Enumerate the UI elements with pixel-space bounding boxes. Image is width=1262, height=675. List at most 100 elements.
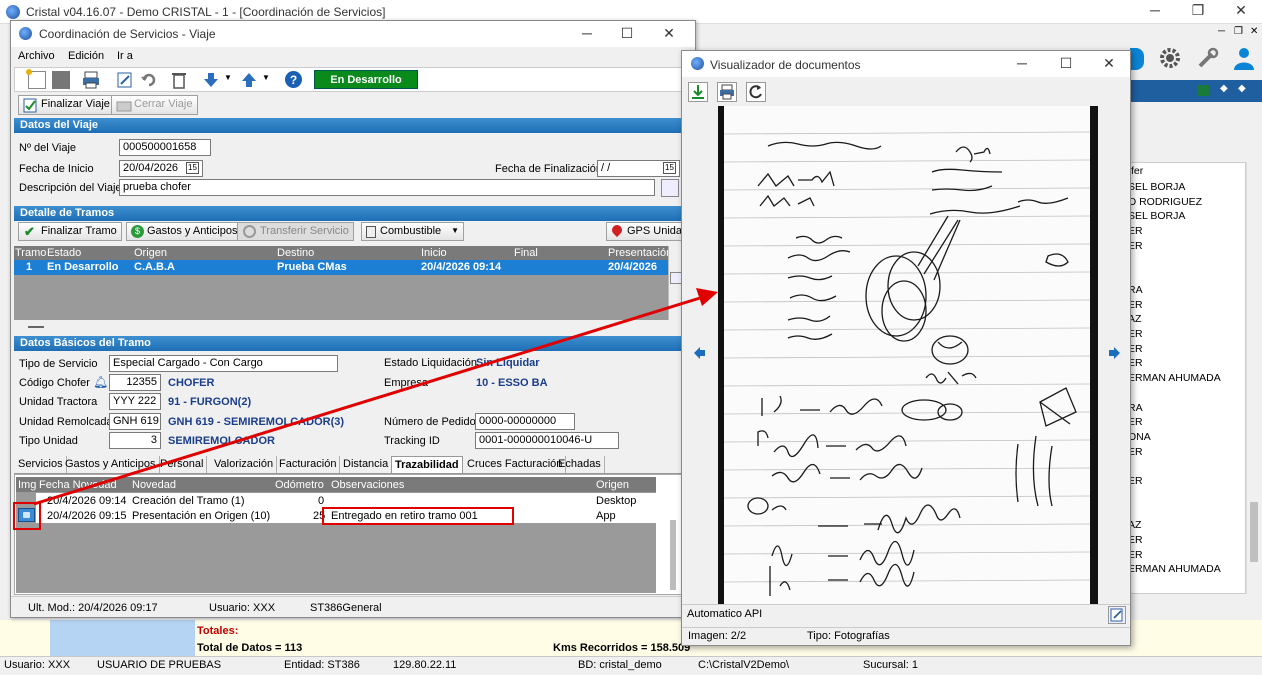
trace-r2-fecha: 20/4/2026 09:15 xyxy=(47,510,127,522)
undo-icon[interactable] xyxy=(140,71,158,89)
rotate-icon[interactable] xyxy=(746,82,766,102)
viaje-close-button[interactable]: ✕ xyxy=(659,25,679,42)
viaje-maximize-button[interactable]: ☐ xyxy=(617,25,637,42)
visor-close-button[interactable]: ✕ xyxy=(1099,55,1119,72)
trace-scrollbar[interactable] xyxy=(670,520,676,590)
user-icon[interactable] xyxy=(1232,46,1256,70)
visor-maximize-button[interactable]: ☐ xyxy=(1056,55,1076,72)
status-user-name: USUARIO DE PRUEBAS xyxy=(97,659,222,671)
totals-kms: Kms Recorridos = 158.509 xyxy=(553,642,691,654)
wrench-icon[interactable] xyxy=(1196,46,1220,70)
tab-servicios[interactable]: Servicios xyxy=(15,456,67,473)
table-row[interactable] xyxy=(36,493,656,508)
menu-ir-a[interactable]: Ir a xyxy=(117,50,133,62)
tab-personal[interactable]: Personal xyxy=(157,456,208,473)
viaje-minimize-button[interactable]: ─ xyxy=(577,25,597,41)
tab-facturacion[interactable]: Facturación xyxy=(276,456,341,473)
tab-trazabilidad[interactable]: Trazabilidad xyxy=(391,456,463,473)
tipo-unidad-desc: SEMIREMOLCADOR xyxy=(168,435,275,447)
bell-icon[interactable]: 🔔︎ xyxy=(93,375,108,389)
status-badge: En Desarrollo xyxy=(314,70,418,89)
finalizar-viaje-button[interactable]: Finalizar Viaje xyxy=(18,95,115,115)
codigo-chofer-field[interactable]: 12355 xyxy=(109,374,161,391)
cerrar-viaje-label: Cerrar Viaje xyxy=(134,98,193,110)
datos-viaje-header: Datos del Viaje xyxy=(14,118,684,133)
combustible-button[interactable]: Combustible ▼ xyxy=(361,222,464,241)
cerrar-viaje-button[interactable]: Cerrar Viaje xyxy=(111,95,198,115)
fecha-inicio-label: Fecha de Inicio xyxy=(19,163,94,175)
tracking-label: Tracking ID xyxy=(384,435,440,447)
col-tramo: Tramo xyxy=(15,247,47,259)
empresa-label: Empresa xyxy=(384,377,429,389)
visor-logo-icon xyxy=(691,57,704,70)
svg-text:?: ? xyxy=(290,73,297,87)
delete-icon[interactable] xyxy=(170,71,188,89)
help-circle-icon[interactable]: ? xyxy=(284,70,303,89)
pedido-field[interactable]: 0000-00000000 xyxy=(475,413,575,430)
fecha-inicio-calendar-icon[interactable]: 15 xyxy=(186,162,199,174)
next-image-icon[interactable] xyxy=(1108,347,1120,359)
estado-liq-value: Sin Liquidar xyxy=(476,357,540,369)
new-icon[interactable] xyxy=(26,69,46,89)
arrow-down-icon[interactable]: ◆ xyxy=(1220,83,1228,94)
excel-icon[interactable] xyxy=(1198,85,1209,96)
remolcada-desc: GNH 619 - SEMIREMOLCADOR(3) xyxy=(168,416,345,428)
tracking-field[interactable]: 0001-000000010046-U xyxy=(475,432,619,449)
col-destino: Destino xyxy=(277,247,315,259)
visor-minimize-button[interactable]: ─ xyxy=(1012,55,1032,71)
arrow-down-nav-icon[interactable] xyxy=(202,71,220,89)
gear-icon[interactable] xyxy=(1158,46,1182,70)
edit-icon[interactable] xyxy=(116,71,134,89)
menu-archivo[interactable]: Archivo xyxy=(18,50,55,62)
background-list-scrollbar[interactable] xyxy=(1246,162,1260,594)
tramo-destino: Prueba CMas xyxy=(277,261,347,273)
save-icon[interactable] xyxy=(52,71,70,89)
gps-unidad-label: GPS Unidad xyxy=(627,225,689,237)
background-list-header: fer xyxy=(1131,165,1144,177)
fecha-fin-calendar-icon[interactable]: 15 xyxy=(663,162,676,174)
close-button[interactable]: ✕ xyxy=(1231,2,1251,19)
splitter-handle[interactable] xyxy=(28,326,44,328)
combustible-dropdown-icon: ▼ xyxy=(451,226,459,235)
col-estado: Estado xyxy=(47,247,82,259)
visor-print-icon[interactable] xyxy=(717,82,737,102)
tramo-presentacion: 20/4/2026 xyxy=(608,261,657,273)
mini-close[interactable]: ✕ xyxy=(1250,26,1258,37)
nro-viaje-field[interactable]: 000500001658 xyxy=(119,139,211,156)
mini-minimize[interactable]: ─ xyxy=(1218,26,1225,37)
download-icon[interactable] xyxy=(688,82,708,102)
remolcada-field[interactable]: GNH 619 xyxy=(109,413,161,430)
gps-unidad-button[interactable]: GPS Unidad xyxy=(606,222,688,241)
visor-edit-icon[interactable] xyxy=(1108,606,1126,624)
tractora-field[interactable]: YYY 222 xyxy=(109,393,161,410)
mini-restore[interactable]: ❐ xyxy=(1234,26,1243,37)
minimize-button[interactable]: ─ xyxy=(1145,2,1165,18)
prev-image-icon[interactable] xyxy=(694,347,706,359)
trace-r1-novedad: Creación del Tramo (1) xyxy=(132,495,245,507)
tab-echadas[interactable]: Echadas xyxy=(555,456,605,473)
descripcion-field[interactable]: prueba chofer xyxy=(119,179,655,196)
tipo-unidad-field[interactable]: 3 xyxy=(109,432,161,449)
print-icon[interactable] xyxy=(82,71,100,89)
tab-gastos[interactable]: Gastos y Anticipos xyxy=(62,456,160,473)
tab-valorizacion[interactable]: Valorización xyxy=(211,456,278,473)
help-icon[interactable] xyxy=(1130,48,1144,70)
transferir-servicio-button[interactable]: Transferir Servicio xyxy=(237,222,354,241)
nro-viaje-label: Nº del Viaje xyxy=(19,142,77,154)
menu-edicion[interactable]: Edición xyxy=(68,50,104,62)
tab-cruces-facturacion[interactable]: Cruces Facturación xyxy=(464,456,567,473)
tipo-servicio-field[interactable]: Especial Cargado - Con Cargo xyxy=(109,355,338,372)
arrow-up-nav-icon[interactable] xyxy=(240,71,258,89)
dropdown-up-icon[interactable]: ▼ xyxy=(262,73,270,82)
arrow-up-icon[interactable]: ◆ xyxy=(1238,83,1246,94)
descripcion-edit-icon[interactable] xyxy=(661,179,679,197)
empresa-value: 10 - ESSO BA xyxy=(476,377,548,389)
gastos-anticipos-button[interactable]: $ Gastos y Anticipos xyxy=(126,222,243,241)
maximize-button[interactable]: ❐ xyxy=(1188,2,1208,19)
tramos-header: Detalle de Tramos xyxy=(14,206,684,221)
tab-distancia[interactable]: Distancia xyxy=(340,456,393,473)
tipo-servicio-label: Tipo de Servicio xyxy=(19,358,98,370)
background-list-item: SEL BORJA xyxy=(1128,210,1186,223)
dropdown-down-icon[interactable]: ▼ xyxy=(224,73,232,82)
finalizar-tramo-button[interactable]: ✔ Finalizar Tramo xyxy=(18,222,122,241)
